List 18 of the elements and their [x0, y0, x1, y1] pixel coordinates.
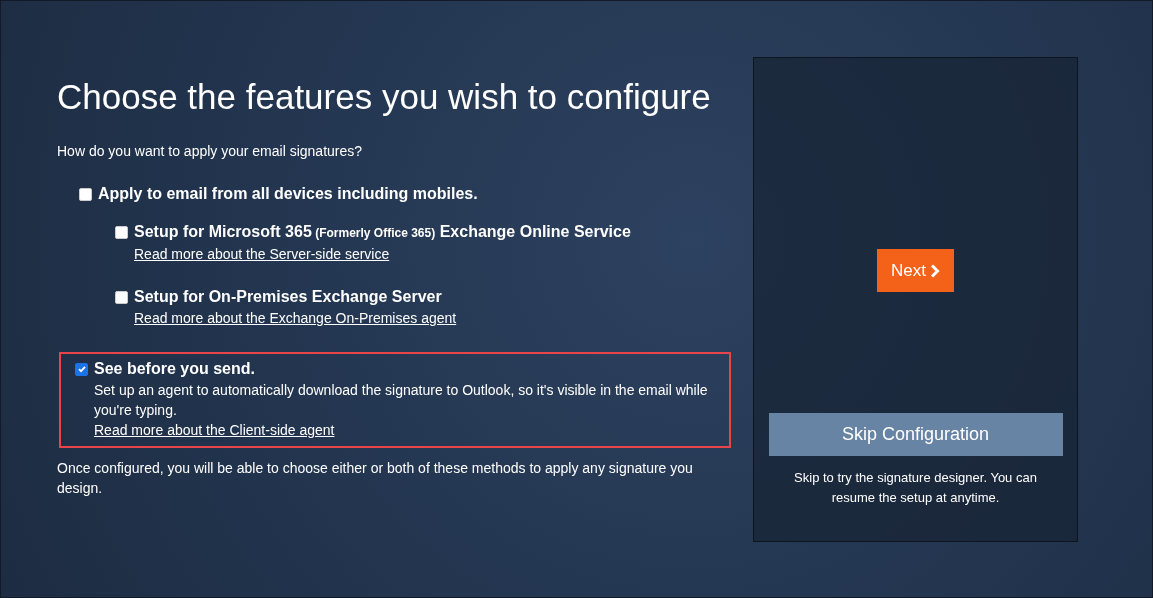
- checkbox[interactable]: [79, 187, 92, 201]
- option-label: Apply to email from all devices including mobiles.: [98, 184, 478, 204]
- checkbox[interactable]: [115, 290, 128, 304]
- chevron-right-icon: [930, 263, 940, 278]
- option-label: Setup for Microsoft 365 (Formerly Office 365) Exchange Online Service: [134, 222, 631, 242]
- skip-note: Skip to try the signature designer. You can resume the setup at anytime.: [793, 469, 1038, 507]
- checkbox[interactable]: [115, 226, 128, 239]
- read-more-link[interactable]: Read more about the Exchange On-Premises agent: [134, 308, 457, 328]
- page-heading: Choose the features you wish to configure: [57, 76, 712, 118]
- read-more-link[interactable]: Read more about the Client-side agent: [94, 420, 335, 440]
- read-more-link[interactable]: Read more about the Server-side service: [134, 244, 390, 264]
- option-label: See before you send.: [94, 359, 255, 379]
- checkbox[interactable]: [75, 362, 88, 376]
- question-text: How do you want to apply your email signatures?: [57, 142, 364, 161]
- option-label: Setup for On-Premises Exchange Server: [134, 287, 442, 307]
- footnote-text: Once configured, you will be able to choose either or both of these methods to apply any signature you design.: [57, 459, 694, 498]
- option-description: Set up an agent to automatically download the signature to Outlook, so it's visible in the email while you're typing.: [94, 381, 709, 420]
- skip-configuration-button[interactable]: Skip Configuration: [768, 413, 1063, 456]
